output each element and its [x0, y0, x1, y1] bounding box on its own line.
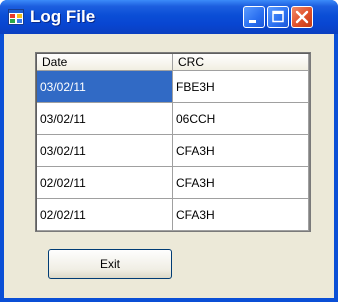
date-cell[interactable]: 03/02/11 — [37, 103, 173, 135]
client-area: Date CRC 03/02/11 FBE3H 03/02/11 06CCH 0… — [4, 34, 334, 298]
crc-cell[interactable]: CFA3H — [173, 135, 309, 167]
exit-button[interactable]: Exit — [48, 249, 172, 279]
column-header-crc[interactable]: CRC — [173, 54, 309, 71]
date-cell[interactable]: 02/02/11 — [37, 167, 173, 199]
column-header-date[interactable]: Date — [37, 54, 173, 71]
app-icon[interactable] — [8, 9, 24, 25]
minimize-button[interactable] — [243, 6, 265, 28]
minimize-icon — [249, 20, 256, 23]
date-cell[interactable]: 03/02/11 — [37, 71, 173, 103]
crc-cell[interactable]: CFA3H — [173, 199, 309, 231]
table-row[interactable]: 03/02/11 FBE3H — [37, 71, 309, 103]
crc-cell[interactable]: FBE3H — [173, 71, 309, 103]
log-file-window: Log File Date CRC 03/02/11 FBE3H 03/02/1… — [0, 0, 338, 302]
crc-cell[interactable]: CFA3H — [173, 167, 309, 199]
maximize-button[interactable] — [267, 6, 289, 28]
table-row[interactable]: 03/02/11 06CCH — [37, 103, 309, 135]
close-button[interactable] — [291, 6, 313, 28]
table-row[interactable]: 03/02/11 CFA3H — [37, 135, 309, 167]
log-grid[interactable]: Date CRC 03/02/11 FBE3H 03/02/11 06CCH 0… — [35, 52, 311, 232]
maximize-icon — [272, 10, 284, 23]
close-icon — [295, 10, 309, 24]
date-cell[interactable]: 02/02/11 — [37, 199, 173, 231]
date-cell[interactable]: 03/02/11 — [37, 135, 173, 167]
grid-header: Date CRC — [37, 54, 309, 71]
table-row[interactable]: 02/02/11 CFA3H — [37, 199, 309, 231]
window-title: Log File — [30, 7, 96, 26]
title-bar[interactable]: Log File — [0, 0, 338, 34]
crc-cell[interactable]: 06CCH — [173, 103, 309, 135]
table-row[interactable]: 02/02/11 CFA3H — [37, 167, 309, 199]
